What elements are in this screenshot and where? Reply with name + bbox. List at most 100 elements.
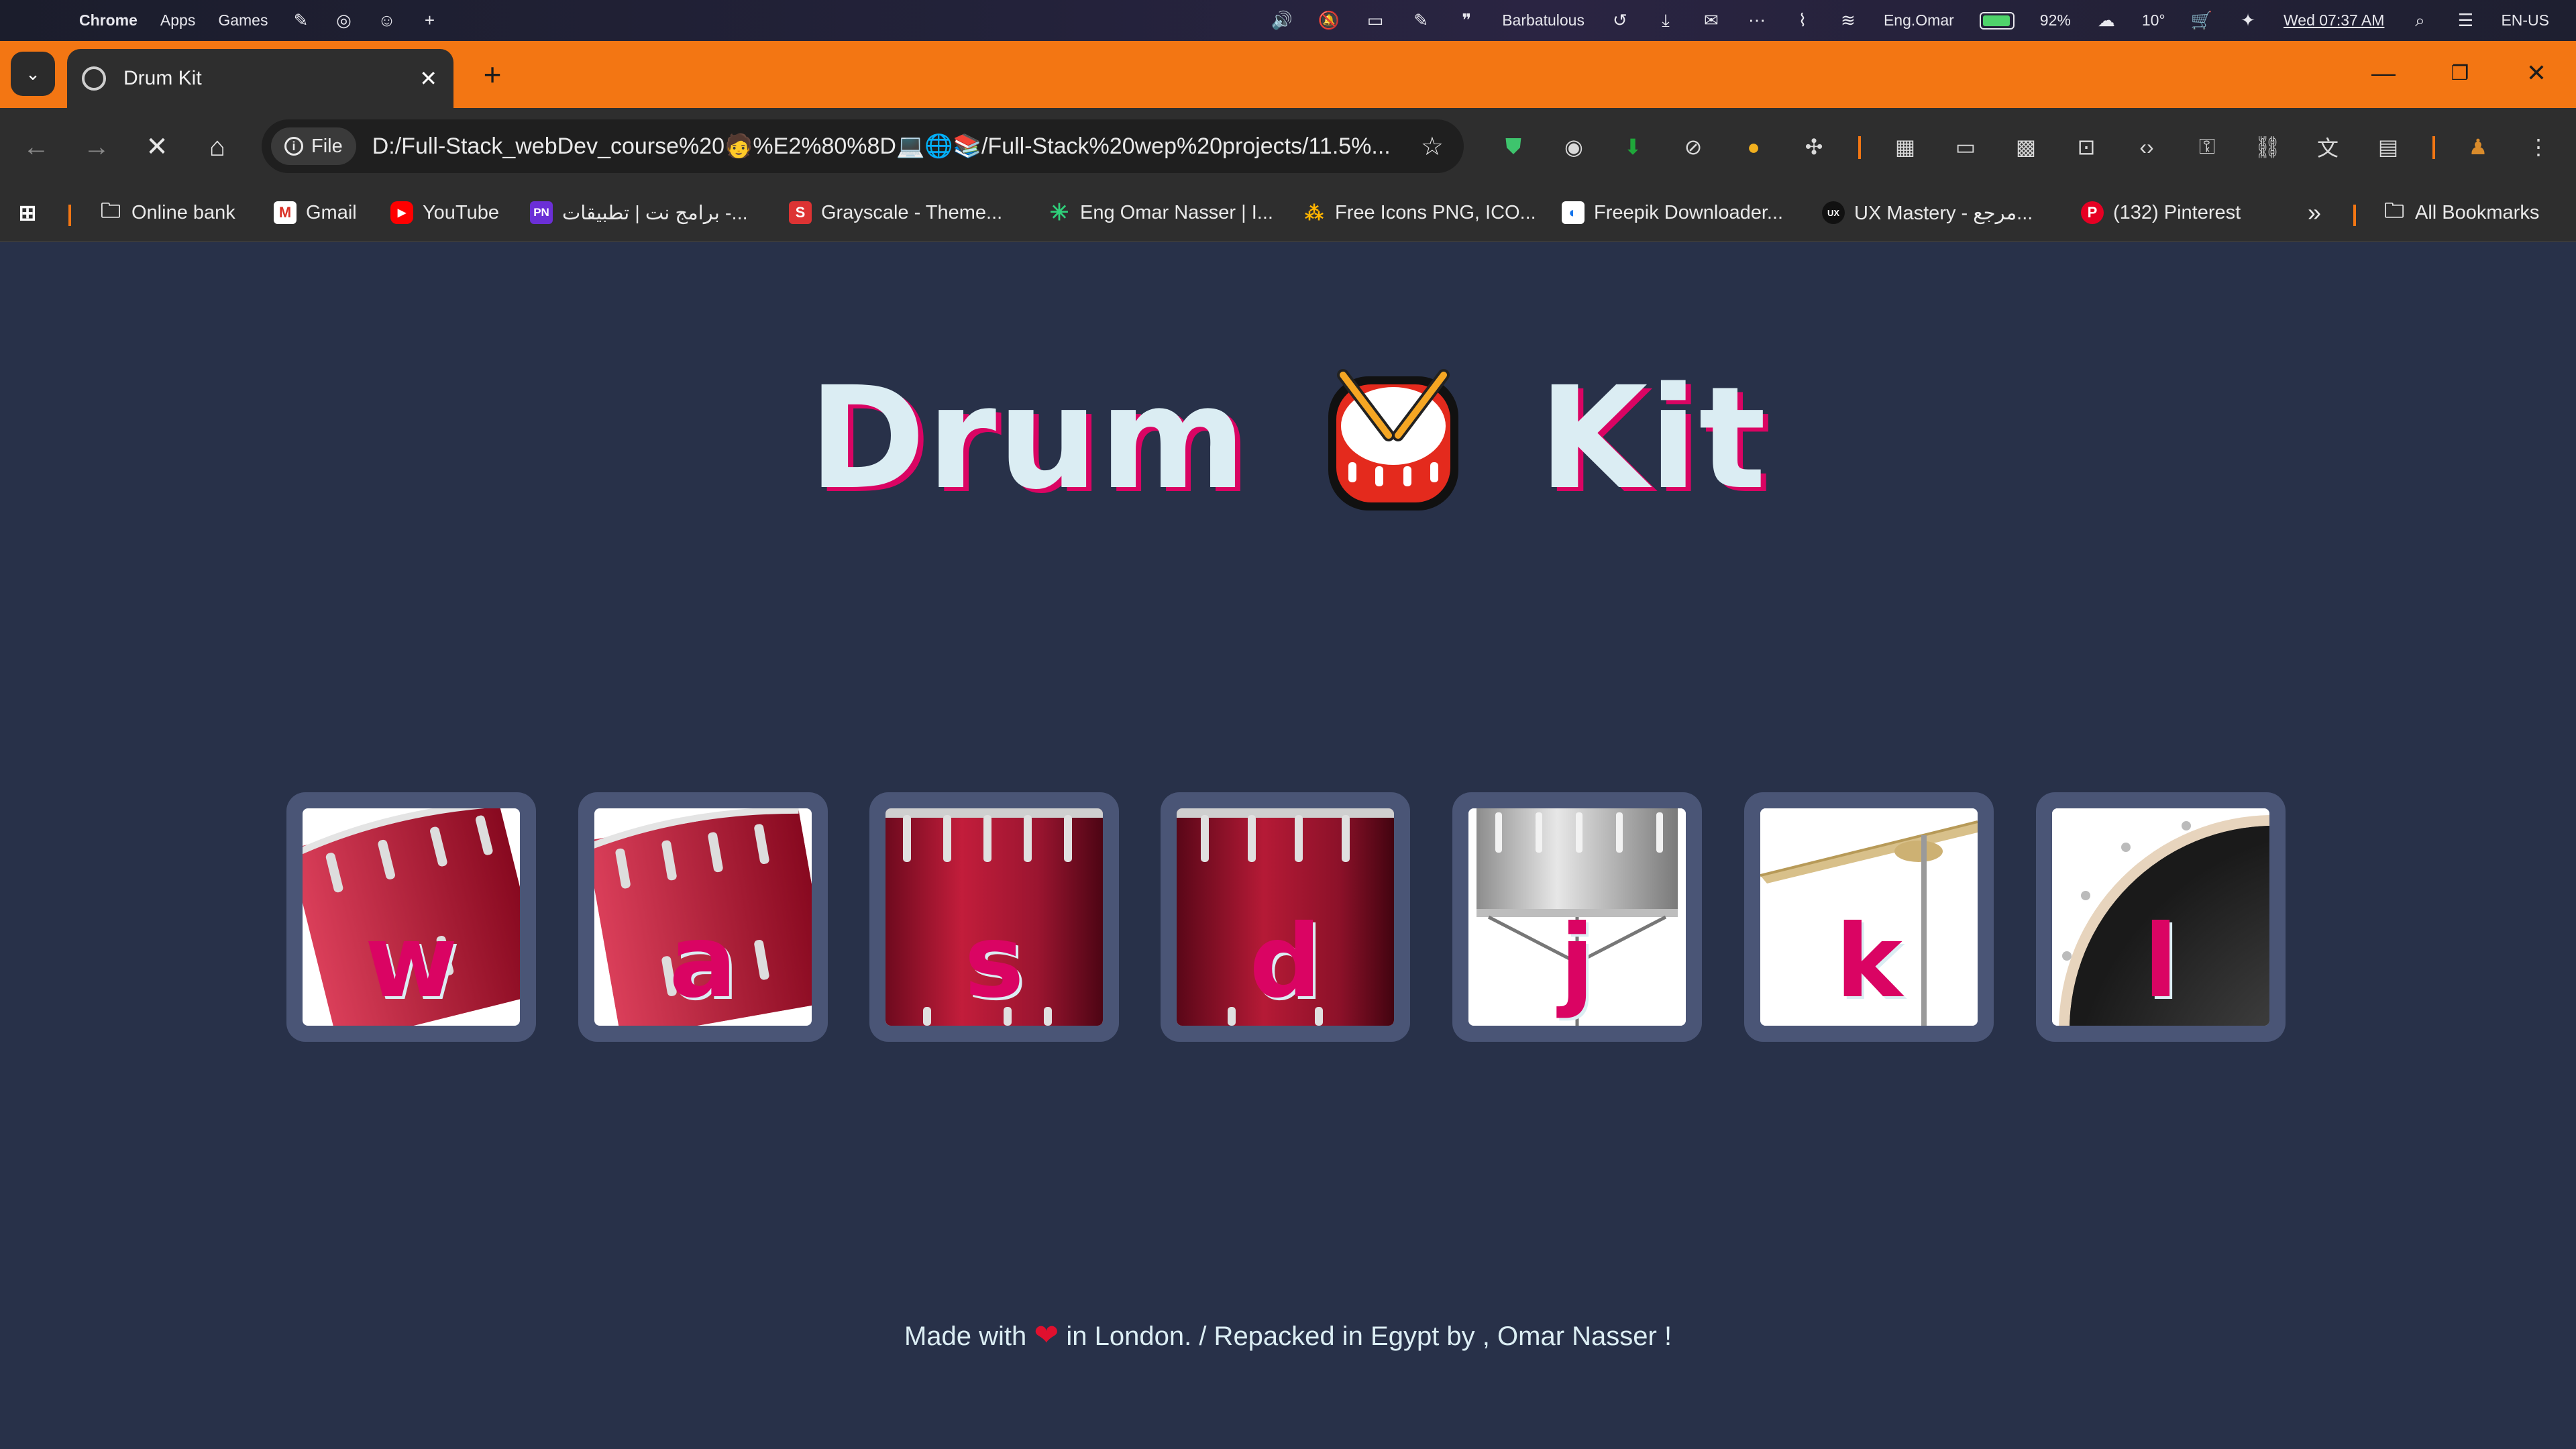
bookmark-ux-mastery[interactable]: UX UX Mastery - مرجع...: [1822, 198, 2033, 227]
bookmark-label: Free Icons PNG, ICO...: [1335, 201, 1536, 223]
bookmark-star-icon[interactable]: ☆: [1421, 131, 1444, 162]
browser-toolbar: ← → ✕ ⌂ i File D:/Full-Stack_webDev_cour…: [0, 108, 2576, 184]
forward-button[interactable]: →: [76, 127, 117, 167]
target-status-icon[interactable]: ◎: [333, 9, 354, 32]
title-word-drum: Drum: [808, 356, 1248, 521]
bookmark-youtube[interactable]: ▶ YouTube: [390, 198, 499, 227]
drum-button-s[interactable]: s: [869, 792, 1119, 1042]
drum-image-kick-bass: l: [2052, 808, 2269, 1026]
notes-icon[interactable]: ✎: [1411, 9, 1431, 32]
stop-loading-button[interactable]: ✕: [137, 127, 177, 167]
shield-extension-icon[interactable]: ⛊: [1497, 131, 1529, 163]
apps-grid-icon[interactable]: ⊞: [16, 198, 39, 227]
menu-games[interactable]: Games: [218, 11, 268, 30]
quote-icon[interactable]: ❞: [1456, 9, 1477, 32]
qr-code-icon[interactable]: ▩: [2010, 131, 2042, 163]
back-button[interactable]: ←: [16, 127, 56, 167]
footer-text-before: Made with: [904, 1322, 1027, 1351]
bookmark-pinterest[interactable]: P (132) Pinterest: [2081, 198, 2241, 227]
responsive-devices-icon[interactable]: ▭: [1949, 131, 1982, 163]
reading-mode-icon[interactable]: ▤: [2372, 131, 2404, 163]
drum-button-w[interactable]: w: [286, 792, 536, 1042]
tab-close-icon[interactable]: ✕: [419, 66, 437, 91]
drum-button-k[interactable]: k: [1744, 792, 1994, 1042]
code-view-icon[interactable]: ‹›: [2131, 131, 2163, 163]
weather-icon[interactable]: ☁: [2096, 9, 2116, 32]
folder-icon: 🗀: [2384, 199, 2404, 222]
url-text[interactable]: D:/Full-Stack_webDev_course%20🧑%E2%80%8D…: [372, 133, 1392, 160]
new-tab-button[interactable]: +: [474, 56, 511, 93]
translate-icon[interactable]: 文: [2312, 131, 2344, 163]
bookmark-barmej[interactable]: PN برامج نت | تطبيقات -...: [530, 198, 748, 227]
password-key-icon[interactable]: ⚿: [2191, 131, 2223, 163]
chrome-menu-icon[interactable]: ⋮: [2522, 131, 2555, 163]
display-icon[interactable]: ▭: [1365, 9, 1385, 32]
owl-extension-icon[interactable]: ◉: [1558, 131, 1590, 163]
icons-icon: ⁂: [1305, 202, 1324, 223]
bookmark-label: Online bank: [131, 201, 235, 223]
bookmark-grayscale[interactable]: S Grayscale - Theme...: [789, 198, 1002, 227]
block-extension-icon[interactable]: ⊘: [1677, 131, 1709, 163]
bookmark-free-icons[interactable]: ⁂ Free Icons PNG, ICO...: [1303, 198, 1536, 227]
tab-search-button[interactable]: ⌄: [11, 52, 55, 96]
address-bar[interactable]: i File D:/Full-Stack_webDev_course%20🧑%E…: [262, 119, 1464, 173]
user-status-icon[interactable]: ☺: [376, 9, 396, 32]
control-center-icon[interactable]: ☰: [2455, 9, 2475, 32]
attachment-icon[interactable]: ⌇: [1792, 9, 1813, 32]
title-word-kit: Kit: [1538, 356, 1768, 521]
drum-button-j[interactable]: j: [1452, 792, 1702, 1042]
drum-image-tom-1: w: [303, 808, 520, 1026]
download-extension-icon[interactable]: ⬇: [1617, 131, 1649, 163]
startbootstrap-icon: S: [789, 201, 812, 224]
battery-icon[interactable]: [1979, 11, 2015, 30]
site-info-chip[interactable]: i File: [271, 127, 356, 165]
wifi-name[interactable]: Eng.Omar: [1884, 11, 1954, 30]
screenshot-icon[interactable]: ⊡: [2070, 131, 2102, 163]
mail-icon[interactable]: ✉: [1701, 9, 1721, 32]
profile-avatar-icon[interactable]: ♟: [2462, 131, 2494, 163]
bookmark-separator-2: [2353, 205, 2356, 226]
all-bookmarks-button[interactable]: 🗀 All Bookmarks: [2383, 198, 2539, 227]
bookmark-eng-omar[interactable]: ✳ Eng Omar Nasser | I...: [1048, 198, 1273, 227]
wifi-icon[interactable]: ≋: [1838, 9, 1858, 32]
restore-button[interactable]: ❐: [2436, 53, 2483, 93]
menubar-clock[interactable]: Wed 07:37 AM: [2284, 11, 2384, 30]
link-icon[interactable]: ⛓: [2251, 131, 2284, 163]
bookmark-label: Gmail: [306, 201, 357, 223]
bookmark-online-bank[interactable]: 🗀 Online bank: [99, 198, 235, 227]
add-status-icon[interactable]: +: [419, 9, 439, 32]
history-icon[interactable]: ↺: [1610, 9, 1630, 32]
tab-grid-icon[interactable]: ▦: [1889, 131, 1921, 163]
paperclip-status-icon[interactable]: ✎: [290, 9, 311, 32]
drum-button-a[interactable]: a: [578, 792, 828, 1042]
drum-button-l[interactable]: l: [2036, 792, 2286, 1042]
freepik-icon: ◐: [1562, 201, 1585, 224]
drum-set: w a s d j k l: [286, 792, 2290, 1042]
toolbar-separator: [1858, 136, 1861, 159]
close-window-button[interactable]: ✕: [2513, 53, 2560, 93]
menu-apps[interactable]: Apps: [160, 11, 195, 30]
volume-icon[interactable]: 🔊: [1271, 9, 1292, 32]
cart-icon[interactable]: 🛒: [2191, 9, 2212, 32]
spotlight-search-icon[interactable]: ⌕: [2410, 9, 2430, 32]
bookmarks-overflow-button[interactable]: »: [2308, 198, 2321, 227]
notifications-muted-icon[interactable]: 🔕: [1318, 9, 1340, 32]
spark-icon[interactable]: ✦: [2238, 9, 2258, 32]
extensions-puzzle-icon[interactable]: ✣: [1798, 131, 1830, 163]
drum-button-d[interactable]: d: [1161, 792, 1410, 1042]
menubar-user-label[interactable]: Barbatulous: [1502, 11, 1585, 30]
home-button[interactable]: ⌂: [197, 127, 237, 167]
tab-drum-kit[interactable]: Drum Kit ✕: [67, 49, 453, 108]
download-icon[interactable]: ⤓: [1656, 9, 1676, 32]
coin-extension-icon[interactable]: ●: [1737, 131, 1770, 163]
input-language[interactable]: EN-US: [2501, 11, 2549, 30]
bookmark-freepik[interactable]: ◐ Freepik Downloader...: [1562, 198, 1783, 227]
menu-app-name[interactable]: Chrome: [79, 11, 138, 30]
info-icon: i: [284, 137, 303, 156]
more-icon[interactable]: ⋯: [1747, 9, 1767, 32]
minimize-button[interactable]: —: [2360, 53, 2407, 93]
bookmark-label: Freepik Downloader...: [1594, 201, 1784, 223]
bookmarks-bar: ⊞ 🗀 Online bank M Gmail ▶ YouTube PN برا…: [0, 184, 2576, 242]
toolbar-separator-2: [2432, 136, 2435, 159]
bookmark-gmail[interactable]: M Gmail: [274, 198, 357, 227]
